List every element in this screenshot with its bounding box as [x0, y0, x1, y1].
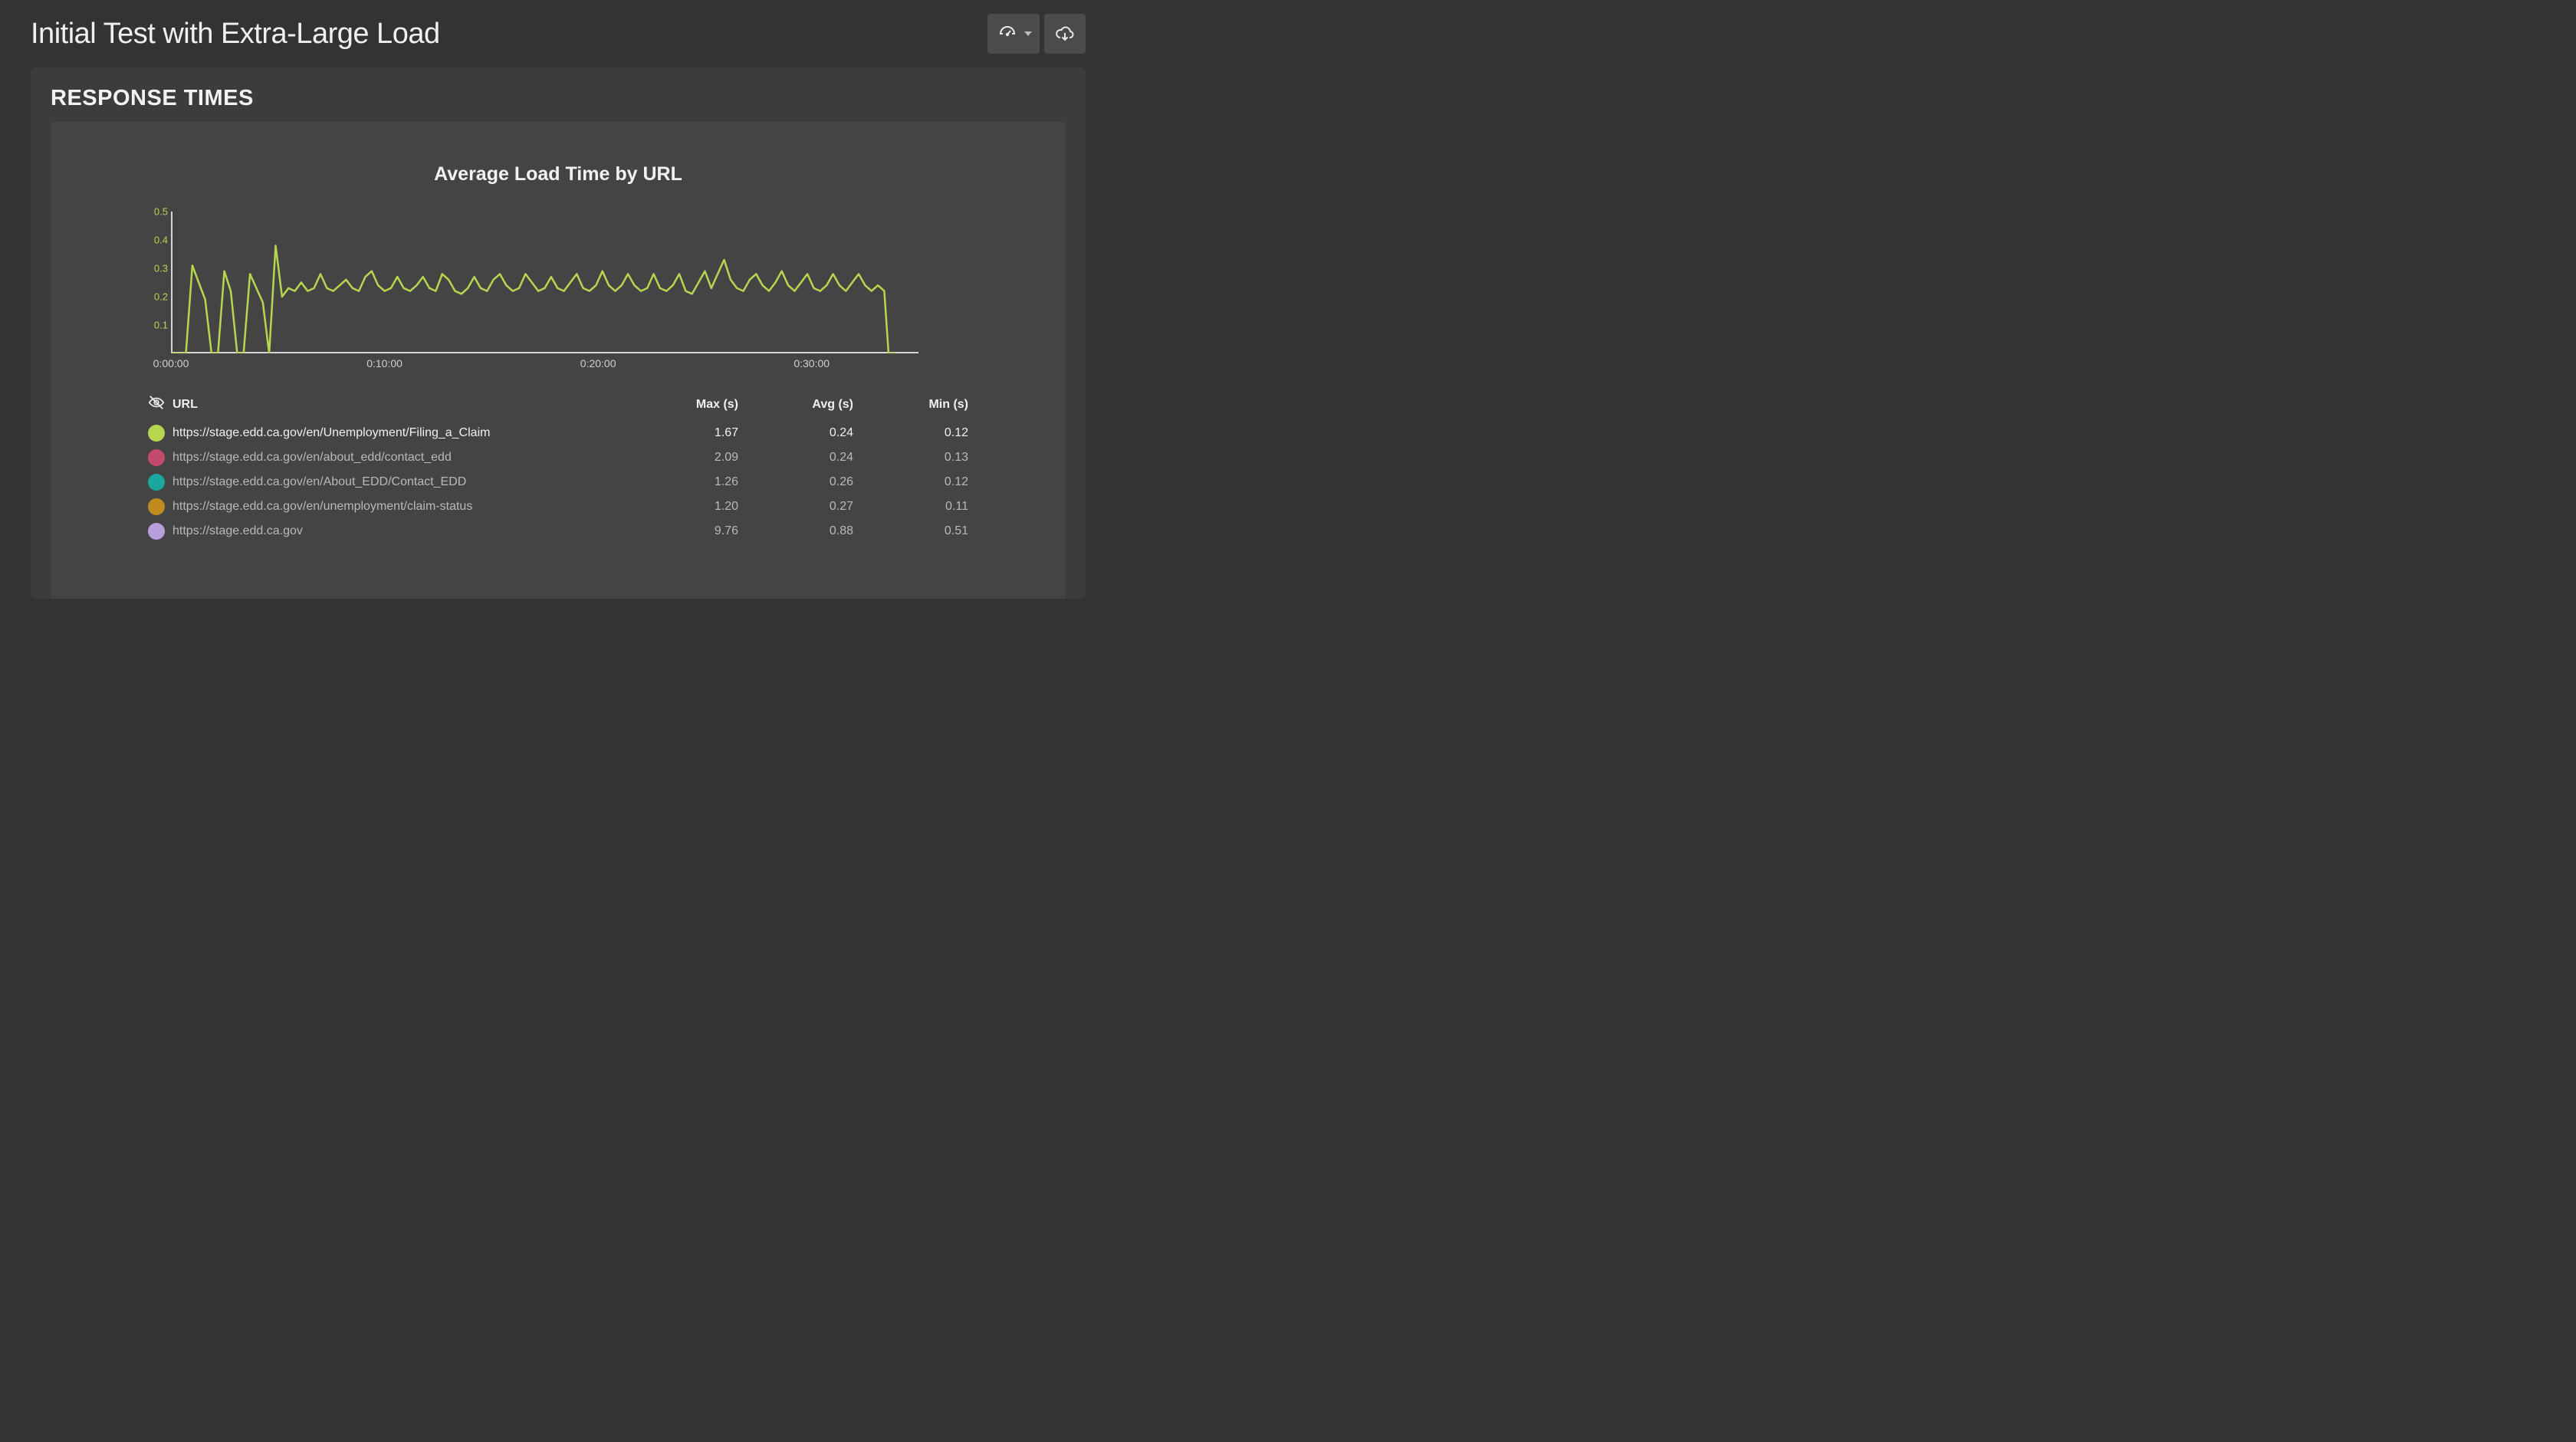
response-times-panel: RESPONSE TIMES Average Load Time by URL … — [31, 67, 1086, 599]
cell-url: https://stage.edd.ca.gov/en/Unemployment… — [172, 426, 623, 440]
cell-min: 0.11 — [853, 500, 968, 514]
cell-max: 9.76 — [623, 524, 738, 538]
panel-title: RESPONSE TIMES — [51, 86, 1066, 111]
cell-max: 1.67 — [623, 426, 738, 440]
page-header: Initial Test with Extra-Large Load — [31, 14, 1086, 54]
dashboard-dropdown-button[interactable] — [987, 14, 1040, 54]
chart-card: Average Load Time by URL 0.1 0.2 0.3 0.4 0.5… — [51, 122, 1066, 599]
cell-max: 1.26 — [623, 475, 738, 489]
page-title: Initial Test with Extra-Large Load — [31, 18, 440, 51]
y-tick-label: 0.5 — [154, 206, 168, 218]
cell-avg: 0.24 — [738, 451, 853, 465]
cell-avg: 0.88 — [738, 524, 853, 538]
y-tick-label: 0.2 — [154, 291, 168, 303]
cell-avg: 0.24 — [738, 426, 853, 440]
y-axis-ticks: 0.10.20.30.40.5 — [146, 212, 168, 353]
series-color-swatch — [148, 474, 165, 491]
cell-avg: 0.27 — [738, 500, 853, 514]
header-actions — [987, 14, 1086, 54]
col-header-avg: Avg (s) — [738, 398, 853, 412]
y-tick-label: 0.3 — [154, 263, 168, 274]
y-tick-label: 0.1 — [154, 320, 168, 331]
legend-table: URL Max (s) Avg (s) Min (s) https://stag… — [148, 391, 968, 544]
eye-off-icon — [148, 394, 165, 415]
table-row[interactable]: https://stage.edd.ca.gov9.760.880.51 — [148, 519, 968, 544]
col-header-max: Max (s) — [623, 398, 738, 412]
cell-url: https://stage.edd.ca.gov/en/unemployment… — [172, 500, 623, 514]
table-row[interactable]: https://stage.edd.ca.gov/en/Unemployment… — [148, 421, 968, 445]
x-tick-label: 0:00:00 — [153, 357, 189, 370]
cell-url: https://stage.edd.ca.gov — [172, 524, 623, 538]
cell-url: https://stage.edd.ca.gov/en/About_EDD/Co… — [172, 475, 623, 489]
chevron-down-icon — [1024, 31, 1032, 36]
cell-max: 1.20 — [623, 500, 738, 514]
cell-min: 0.12 — [853, 426, 968, 440]
series-color-swatch — [148, 425, 165, 442]
gauge-icon — [998, 25, 1017, 43]
table-row[interactable]: https://stage.edd.ca.gov/en/about_edd/co… — [148, 445, 968, 470]
chart-plot-area: 0.10.20.30.40.5 0:00:000:10:000:20:000:3… — [171, 212, 945, 380]
series-color-swatch — [148, 498, 165, 515]
series-color-swatch — [148, 449, 165, 466]
visibility-toggle-all[interactable] — [148, 394, 172, 415]
cell-max: 2.09 — [623, 451, 738, 465]
series-color-swatch — [148, 523, 165, 540]
table-row[interactable]: https://stage.edd.ca.gov/en/About_EDD/Co… — [148, 470, 968, 494]
y-tick-label: 0.4 — [154, 235, 168, 246]
cell-min: 0.13 — [853, 451, 968, 465]
cell-url: https://stage.edd.ca.gov/en/about_edd/co… — [172, 451, 623, 465]
table-row[interactable]: https://stage.edd.ca.gov/en/unemployment… — [148, 494, 968, 519]
cloud-download-icon — [1055, 25, 1075, 43]
x-tick-label: 0:30:00 — [794, 357, 830, 370]
cell-avg: 0.26 — [738, 475, 853, 489]
download-cloud-button[interactable] — [1044, 14, 1086, 54]
chart-title: Average Load Time by URL — [81, 163, 1035, 186]
table-header-row: URL Max (s) Avg (s) Min (s) — [148, 391, 968, 421]
col-header-url: URL — [172, 398, 623, 412]
chart-line-series — [171, 212, 918, 353]
x-axis-ticks: 0:00:000:10:000:20:000:30:00 — [171, 357, 918, 373]
x-tick-label: 0:10:00 — [366, 357, 402, 370]
col-header-min: Min (s) — [853, 398, 968, 412]
cell-min: 0.12 — [853, 475, 968, 489]
cell-min: 0.51 — [853, 524, 968, 538]
x-tick-label: 0:20:00 — [580, 357, 616, 370]
